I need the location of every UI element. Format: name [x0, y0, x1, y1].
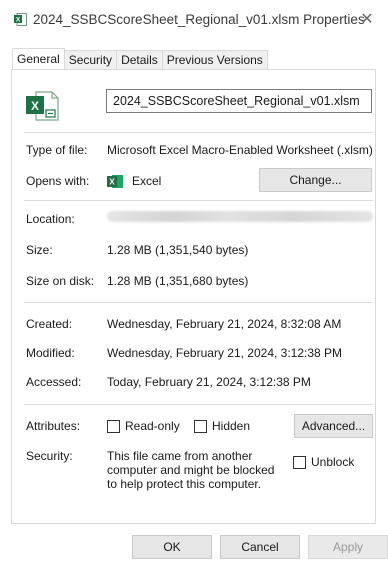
unblock-checkbox[interactable]: [293, 456, 306, 469]
svg-text:X: X: [16, 17, 21, 24]
window-title: 2024_SSBCScoreSheet_Regional_v01.xlsm Pr…: [33, 12, 365, 27]
attributes-label: Attributes:: [26, 419, 81, 433]
created-label: Created:: [26, 317, 73, 331]
created-value: Wednesday, February 21, 2024, 8:32:08 AM: [107, 317, 342, 331]
title-bar: X 2024_SSBCScoreSheet_Regional_v01.xlsm …: [0, 0, 388, 40]
excel-file-icon: X: [14, 13, 27, 26]
size-value: 1.28 MB (1,351,540 bytes): [107, 243, 249, 257]
unblock-label[interactable]: Unblock: [311, 455, 354, 469]
size-on-disk-value: 1.28 MB (1,351,680 bytes): [107, 274, 249, 288]
divider: [24, 200, 373, 201]
location-label: Location:: [26, 212, 75, 226]
size-label: Size:: [26, 243, 53, 257]
modified-label: Modified:: [26, 346, 75, 360]
opens-with-value: Excel: [132, 174, 162, 188]
tab-previous-versions[interactable]: Previous Versions: [161, 50, 268, 69]
svg-text:X: X: [109, 178, 115, 187]
close-icon[interactable]: ✕: [356, 8, 378, 30]
type-of-file-value: Microsoft Excel Macro-Enabled Worksheet …: [107, 143, 373, 157]
ok-button[interactable]: OK: [132, 535, 212, 559]
excel-file-icon: X: [26, 91, 59, 121]
file-name-input[interactable]: [106, 89, 372, 113]
divider: [24, 302, 373, 303]
advanced-button[interactable]: Advanced...: [294, 414, 373, 438]
location-value-redacted: [107, 211, 373, 222]
accessed-value: Today, February 21, 2024, 3:12:38 PM: [107, 375, 311, 389]
svg-text:X: X: [31, 99, 39, 113]
tab-details[interactable]: Details: [116, 50, 163, 69]
hidden-label[interactable]: Hidden: [212, 419, 250, 433]
hidden-checkbox[interactable]: [194, 420, 207, 433]
change-button[interactable]: Change...: [259, 168, 372, 192]
apply-button[interactable]: Apply: [308, 535, 388, 559]
excel-app-icon: X: [107, 175, 123, 188]
modified-value: Wednesday, February 21, 2024, 3:12:38 PM: [107, 346, 343, 360]
divider: [24, 132, 373, 133]
accessed-label: Accessed:: [26, 375, 82, 389]
cancel-button[interactable]: Cancel: [220, 535, 300, 559]
tab-security[interactable]: Security: [63, 50, 118, 69]
opens-with-label: Opens with:: [26, 174, 90, 188]
type-of-file-label: Type of file:: [26, 143, 88, 157]
security-warning-text: This file came from another computer and…: [107, 449, 275, 491]
read-only-label[interactable]: Read-only: [125, 419, 180, 433]
size-on-disk-label: Size on disk:: [26, 274, 95, 288]
divider: [24, 404, 373, 405]
security-label: Security:: [26, 449, 73, 463]
tab-general[interactable]: General: [12, 48, 65, 69]
tab-strip: General Security Details Previous Versio…: [12, 48, 268, 70]
read-only-checkbox[interactable]: [107, 420, 120, 433]
